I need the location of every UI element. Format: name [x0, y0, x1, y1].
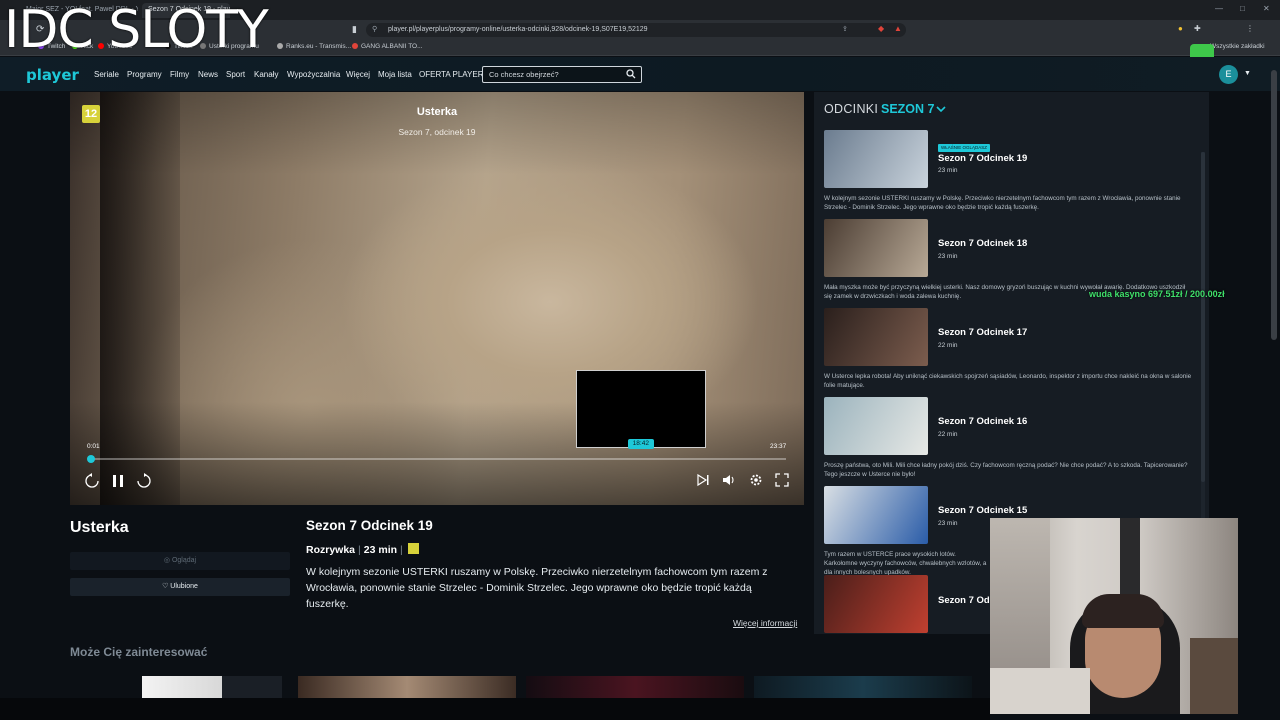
episode-item-title[interactable]: Sezon 7 Odcinek 15 — [938, 505, 1027, 516]
video-title: Usterka — [416, 106, 458, 118]
episode-item-description: W kolejnym sezonie USTERKI ruszamy w Pol… — [824, 195, 1181, 211]
related-thumbnail[interactable] — [142, 676, 222, 698]
menu-icon[interactable]: ⋮ — [1246, 24, 1254, 33]
nav-programy[interactable]: Programy — [127, 70, 162, 79]
close-icon[interactable]: ✕ — [1263, 4, 1270, 13]
seek-preview-time: 18:42 — [627, 439, 654, 449]
video-player[interactable]: 12 Usterka Sezon 7, odcinek 19 18:42 0:0… — [70, 92, 804, 505]
episode-item-duration: 22 min — [938, 342, 958, 349]
episodes-scrollbar-thumb[interactable] — [1201, 152, 1205, 482]
video-subtitle: Sezon 7, odcinek 19 — [398, 127, 476, 137]
search-input[interactable]: Co chcesz obejrzeć? — [482, 66, 642, 83]
site-logo[interactable]: player — [26, 66, 79, 84]
maximize-icon[interactable]: □ — [1240, 4, 1245, 13]
season-selector[interactable]: SEZON 7 — [881, 102, 935, 116]
bookmark-item[interactable]: Ranks.eu - Transmis... — [277, 43, 351, 50]
episode-item-duration: 22 min — [938, 431, 958, 438]
genre: Rozrywka — [306, 544, 356, 556]
nav-news[interactable]: News — [198, 70, 218, 79]
webcam-bed — [990, 668, 1090, 714]
nav-seriale[interactable]: Seriale — [94, 70, 119, 79]
page-footer — [0, 698, 990, 720]
episode-item-title[interactable]: Sezon 7 Odcinek 18 — [938, 238, 1027, 249]
episode-thumbnail[interactable] — [824, 130, 928, 188]
episode-item-title[interactable]: Sezon 7 Odcinek 16 — [938, 416, 1027, 427]
stream-overlay-title: IDC SLOTY — [4, 0, 269, 60]
search-icon[interactable] — [626, 69, 636, 79]
shield-icon[interactable]: ◆ — [878, 24, 884, 33]
duration: 23 min — [363, 544, 398, 556]
nav-kanaly[interactable]: Kanały — [254, 70, 278, 79]
minimize-icon[interactable]: — — [1215, 4, 1223, 13]
episode-item-description: Tym razem w USTERCE prace wysokich lotów… — [824, 551, 987, 576]
episode-meta: Rozrywka | 23 min | — [306, 543, 419, 556]
webcam-floor — [1190, 638, 1238, 714]
episode-item-duration: 23 min — [938, 167, 958, 174]
page-scrollbar[interactable] — [1271, 70, 1277, 340]
related-thumbnail[interactable] — [298, 676, 516, 698]
webcam-hair — [1082, 594, 1164, 628]
episode-thumbnail[interactable] — [824, 397, 928, 455]
episode-item-description: W Usterce lepka robota! Aby uniknąć ciek… — [824, 373, 1192, 389]
now-watching-badge: WŁAŚNIE OGLĄDASZ — [938, 144, 991, 152]
webcam-feed — [990, 518, 1238, 714]
episode-item-description: Proszę państwa, oto Mili. Mili chce ładn… — [824, 462, 1188, 478]
address-bar[interactable]: player.pl/playerplus/programy-online/ust… — [366, 23, 906, 37]
episode-thumbnail[interactable] — [824, 219, 928, 277]
rewind-10-icon[interactable] — [84, 473, 100, 489]
nav-moja-lista[interactable]: Moja lista — [378, 70, 412, 79]
favorite-button[interactable]: ♡ Ulubione — [70, 578, 290, 596]
related-thumbnail[interactable] — [526, 676, 744, 698]
extension-icon[interactable]: ● — [1178, 24, 1183, 33]
episode-description: W kolejnym sezonie USTERKI ruszamy w Pol… — [306, 566, 768, 610]
share-icon[interactable]: ⇪ — [842, 25, 848, 33]
episodes-label: ODCINKI — [824, 102, 879, 116]
nav-wypozyczalnia[interactable]: Wypożyczalnia — [287, 70, 340, 79]
episode-thumbnail[interactable] — [824, 575, 928, 633]
stream-overlay-text: wuda kasyno 697.51zł / 200.00zł — [1089, 289, 1225, 299]
nav-wiecej[interactable]: Więcej — [346, 70, 370, 79]
episode-item-duration: 23 min — [938, 253, 958, 260]
next-episode-icon[interactable] — [696, 473, 710, 487]
url-text: player.pl/playerplus/programy-online/ust… — [388, 26, 648, 33]
extensions-puzzle-icon[interactable]: ✚ — [1194, 24, 1201, 33]
more-info-link[interactable]: Więcej informacji — [733, 618, 797, 628]
episode-item-title[interactable]: Sezon 7 Odcinek 19 — [938, 153, 1027, 164]
chevron-down-icon[interactable] — [936, 104, 946, 114]
all-bookmarks[interactable]: Wszystkie zakładki — [1210, 43, 1265, 50]
current-time: 0:01 — [87, 443, 100, 450]
related-thumbnail[interactable] — [222, 676, 282, 698]
fullscreen-icon[interactable] — [775, 473, 789, 487]
rewards-icon[interactable]: ▲ — [894, 24, 902, 33]
search-placeholder: Co chcesz obejrzeć? — [489, 70, 559, 79]
avatar[interactable]: E — [1219, 65, 1238, 84]
volume-icon[interactable] — [722, 473, 736, 487]
chevron-down-icon[interactable]: ▼ — [1244, 70, 1251, 77]
total-time: 23:37 — [770, 443, 787, 450]
episode-item-duration: 23 min — [938, 520, 958, 527]
pause-icon[interactable] — [110, 473, 126, 489]
eye-icon: ◎ — [163, 557, 172, 564]
episode-title: Sezon 7 Odcinek 19 — [306, 518, 433, 533]
related-section-title: Może Cię zainteresować — [70, 645, 208, 659]
episode-item-title[interactable]: Sezon 7 Odcinek 17 — [938, 327, 1027, 338]
related-thumbnail[interactable] — [754, 676, 972, 698]
forward-10-icon[interactable] — [136, 473, 152, 489]
show-title: Usterka — [70, 519, 129, 536]
nav-oferta-player[interactable]: OFERTA PLAYER — [419, 70, 483, 79]
bookmark-icon[interactable]: ▮ — [352, 24, 357, 35]
watch-button[interactable]: ◎ Oglądaj — [70, 552, 290, 570]
settings-icon[interactable] — [749, 473, 763, 487]
progress-bar[interactable] — [88, 458, 786, 460]
episode-thumbnail[interactable] — [824, 308, 928, 366]
site-info-icon[interactable]: ⚲ — [372, 25, 377, 33]
nav-filmy[interactable]: Filmy — [170, 70, 189, 79]
nav-sport[interactable]: Sport — [226, 70, 245, 79]
age-rating-icon — [407, 543, 419, 554]
bookmark-item[interactable]: GANG ALBANII TO... — [352, 43, 423, 50]
seek-preview — [575, 370, 706, 448]
episode-thumbnail[interactable] — [824, 486, 928, 544]
